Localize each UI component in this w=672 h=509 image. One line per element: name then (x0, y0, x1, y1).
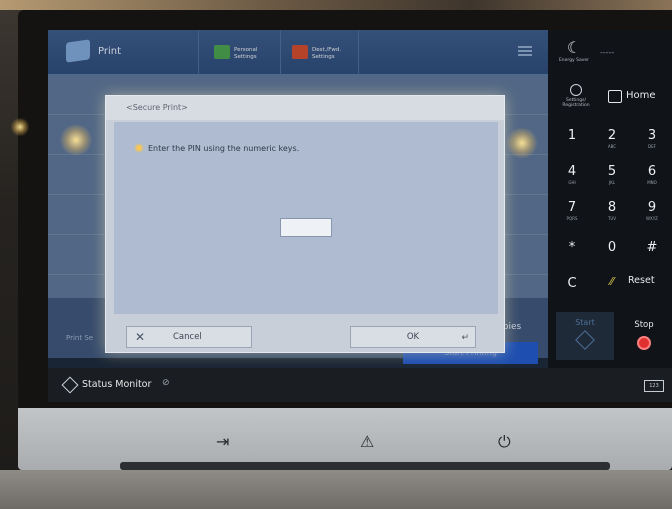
settings-icon (570, 84, 582, 96)
warning-icon: ⚠ (360, 432, 375, 451)
key-num: 6 (647, 164, 657, 179)
key-7[interactable]: 7 PQRS (554, 200, 590, 234)
status-bar: Status Monitor ⊘ 123 (48, 368, 672, 402)
status-monitor-button[interactable]: Status Monitor (61, 376, 152, 394)
key-num: 4 (567, 164, 577, 179)
pin-instruction: Enter the PIN using the numeric keys. (134, 143, 300, 153)
key-num: 9 (647, 200, 657, 215)
hardware-panel (18, 408, 672, 470)
secure-print-dialog: <Secure Print> Enter the PIN using the n… (105, 95, 505, 353)
reset-button[interactable]: ⁄⁄ Reset (608, 275, 655, 288)
energy-saver-button[interactable]: ☾ Energy Saver (556, 38, 592, 74)
key-sub: TUV (607, 216, 617, 221)
stop-label: Stop (634, 320, 654, 330)
home-label: Home (626, 90, 656, 101)
dialog-footer: ✕ Cancel OK ↵ (106, 316, 504, 352)
photo-stage: Print Personal Settings Dest./Fwd. Setti… (0, 0, 672, 509)
key-num: 1 (567, 128, 577, 143)
login-icon[interactable]: ⇥ (216, 432, 229, 451)
home-icon (608, 90, 622, 103)
start-icon (575, 330, 595, 350)
dialog-body: Enter the PIN using the numeric keys. (114, 122, 498, 314)
key-sub: WXYZ (646, 216, 658, 221)
key-star[interactable]: * (554, 240, 590, 274)
key-num: 5 (607, 164, 617, 179)
energy-saver-icon: ☾ (566, 38, 582, 57)
key-num: # (646, 240, 658, 255)
dialog-title: <Secure Print> (106, 96, 504, 120)
keypad-panel: ☾ Energy Saver ----- Settings/ Registrat… (548, 30, 672, 368)
clear-button[interactable]: C (554, 276, 590, 310)
key-sub: DEF (648, 144, 656, 149)
key-2[interactable]: 2 ABC (594, 128, 630, 162)
key-sub: JKL (608, 180, 616, 185)
key-4[interactable]: 4 GHI (554, 164, 590, 198)
status-monitor-icon (61, 376, 79, 394)
top-dash: ----- (600, 48, 615, 57)
info-icon (134, 143, 144, 153)
energy-saver-label: Energy Saver (558, 58, 590, 63)
status-monitor-label: Status Monitor (82, 379, 152, 390)
start-label: Start (575, 318, 595, 327)
device-edge (0, 0, 672, 10)
key-hash[interactable]: # (634, 240, 670, 274)
reset-icon: ⁄⁄ (610, 275, 614, 288)
key-num: 7 (567, 200, 577, 215)
home-button[interactable]: Home (606, 90, 656, 103)
touch-screen: Print Personal Settings Dest./Fwd. Setti… (48, 30, 672, 402)
key-sub: PQRS (566, 216, 578, 221)
close-icon: ✕ (135, 330, 146, 344)
pin-instruction-text: Enter the PIN using the numeric keys. (148, 144, 300, 153)
key-num: 0 (607, 240, 617, 255)
key-num: 2 (607, 128, 617, 143)
enter-icon: ↵ (461, 333, 469, 343)
power-icon[interactable]: ⏻ (498, 432, 511, 452)
key-sub: ABC (607, 144, 617, 149)
settings-registration-button[interactable]: Settings/ Registration (556, 84, 596, 114)
network-icon: ⊘ (162, 378, 170, 388)
key-num: * (568, 240, 576, 255)
device-surface (0, 470, 672, 509)
light-glare (505, 128, 539, 158)
key-sub: MNO (647, 180, 657, 185)
key-num: 3 (647, 128, 657, 143)
start-button[interactable]: Start (556, 312, 614, 360)
key-9[interactable]: 9 WXYZ (634, 200, 670, 234)
key-3[interactable]: 3 DEF (634, 128, 670, 162)
key-6[interactable]: 6 MNO (634, 164, 670, 198)
cancel-label: Cancel (173, 332, 202, 342)
key-8[interactable]: 8 TUV (594, 200, 630, 234)
stop-button[interactable]: Stop (618, 312, 670, 360)
settings-label-line2: Registration (562, 103, 590, 108)
clear-label: C (567, 276, 577, 291)
key-0[interactable]: 0 (594, 240, 630, 274)
ok-button[interactable]: OK ↵ (350, 326, 476, 348)
light-glare (10, 118, 30, 136)
reset-label: Reset (628, 275, 655, 286)
pin-input[interactable] (280, 218, 332, 237)
stop-icon (637, 336, 651, 350)
key-num: 8 (607, 200, 617, 215)
key-sub: GHI (568, 180, 576, 185)
cancel-button[interactable]: ✕ Cancel (126, 326, 252, 348)
light-glare (58, 125, 94, 155)
ok-label: OK (406, 332, 420, 342)
key-5[interactable]: 5 JKL (594, 164, 630, 198)
counter-icon[interactable]: 123 (644, 380, 664, 392)
indicator-strip (120, 462, 610, 470)
key-1[interactable]: 1 (554, 128, 590, 162)
